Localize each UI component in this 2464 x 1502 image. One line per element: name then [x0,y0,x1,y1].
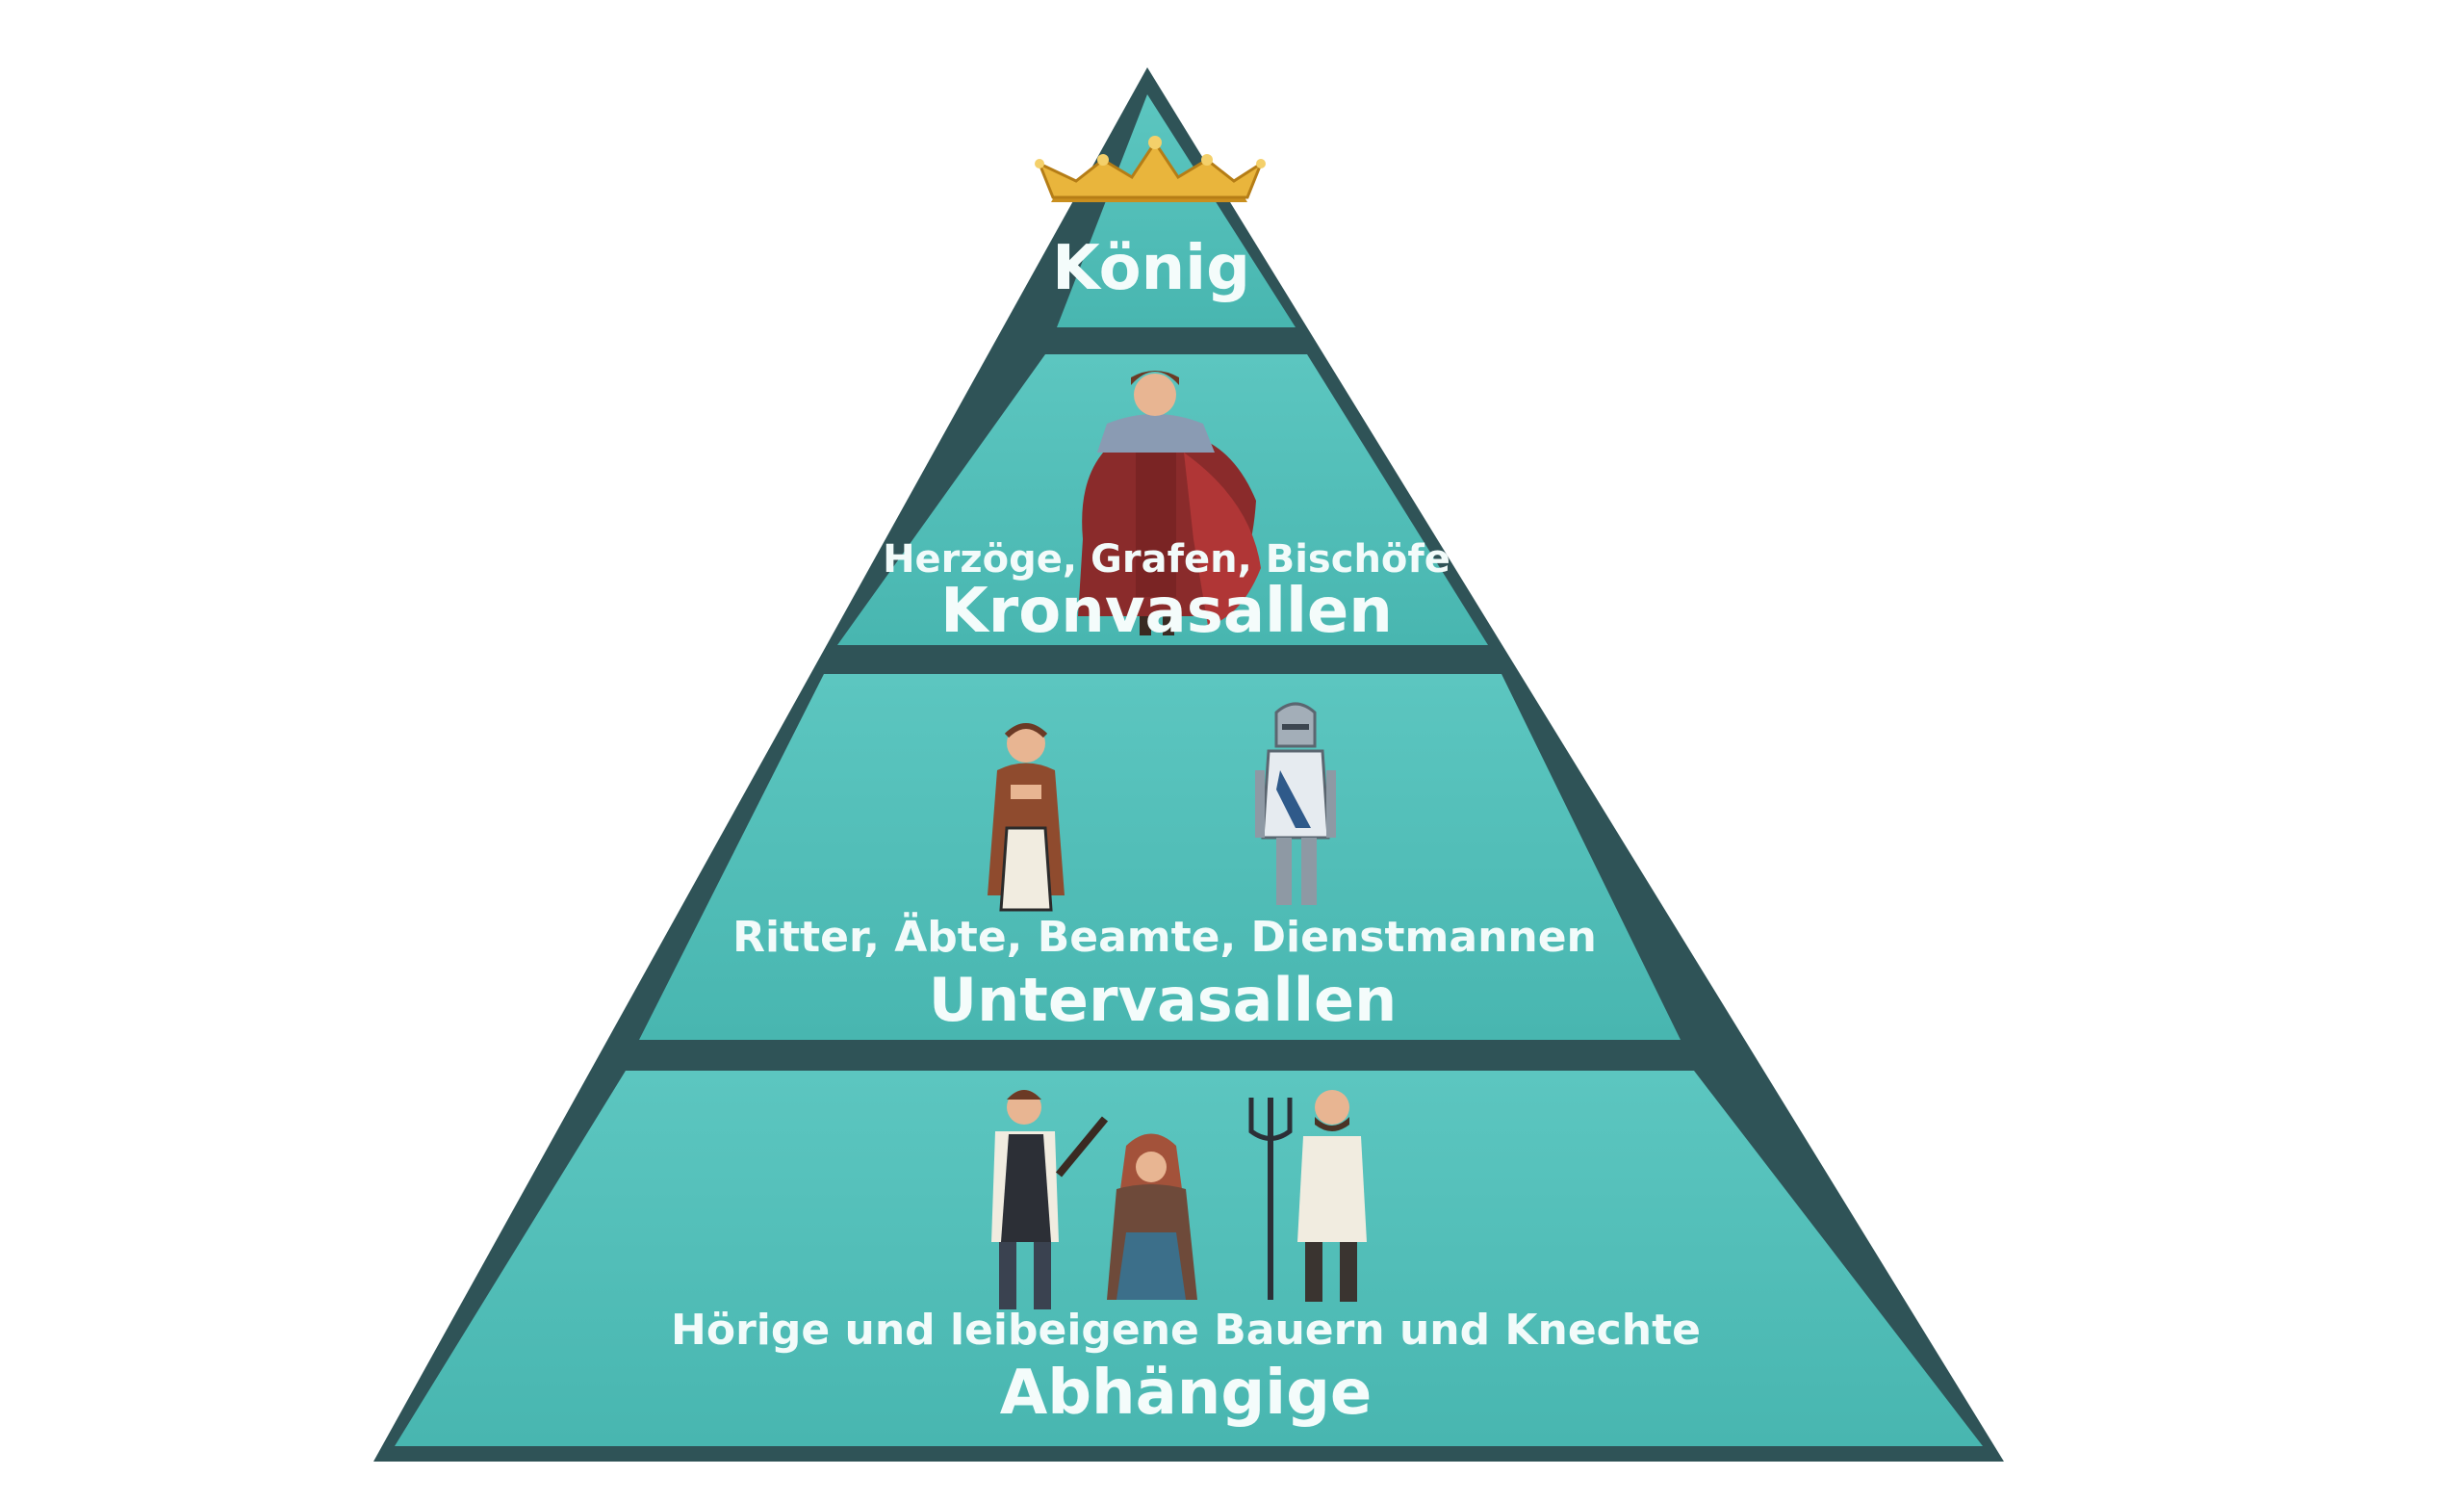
feudal-pyramid-diagram: König Herzöge, Grafen, Bischöfe Kronvasa… [373,67,2004,1462]
tier-abhaengige-subtitle: Hörige und leibeigene Bauern und Knechte [671,1306,1701,1355]
tier-abhaengige-title: Abhängige [1000,1358,1373,1429]
tier-untervasallen-subtitle: Ritter, Äbte, Beamte, Dienstmannen [732,911,1597,962]
tier-untervasallen-title: Untervasallen [929,965,1397,1035]
crown-icon [1035,136,1266,202]
tier-koenig-title: König [1052,233,1250,304]
tier-kronvasallen-title: Kronvasallen [940,576,1393,647]
